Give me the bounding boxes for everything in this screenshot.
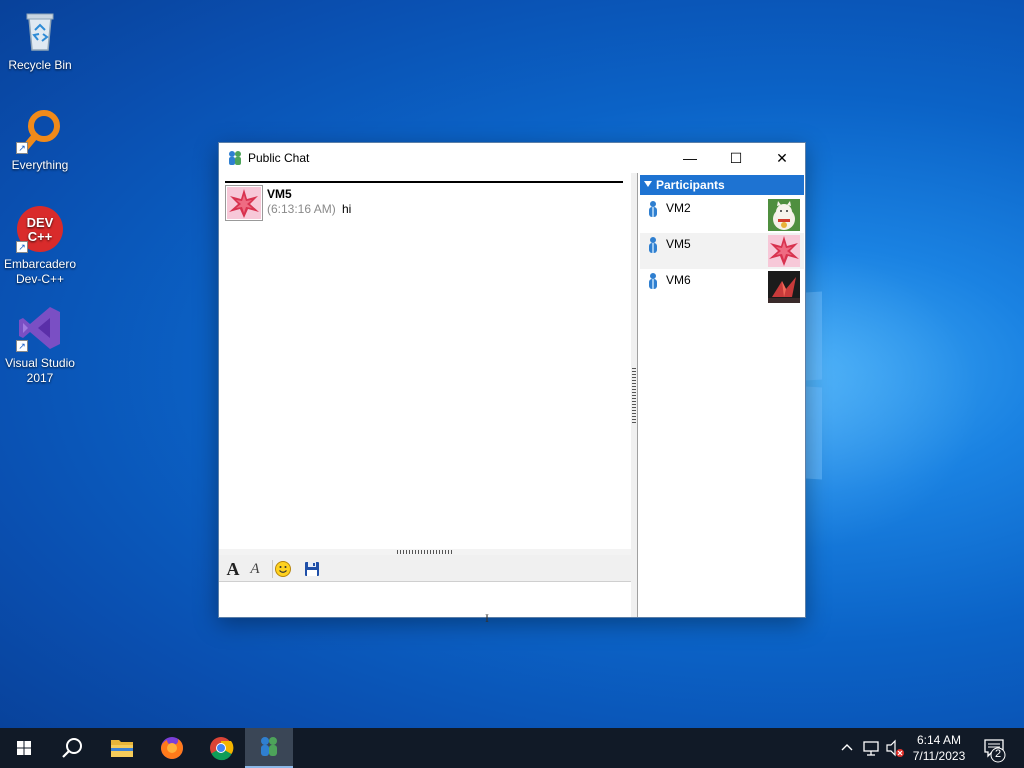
participant-name: VM5 [666,237,691,251]
participant-item[interactable]: VM2 [640,197,804,233]
participants-title: Participants [656,178,725,192]
start-button[interactable] [0,728,48,768]
divider [225,181,623,183]
desktop-icon-visual-studio[interactable]: ↗ Visual Studio 2017 [0,304,80,386]
chat-message: VM5 (6:13:16 AM) hi [225,185,623,223]
user-status-icon [648,237,658,253]
chat-app-icon [261,737,277,756]
font-button[interactable]: A [223,559,243,579]
wallpaper-beam [806,291,822,381]
avatar [225,185,263,221]
desktop-icon-recycle-bin[interactable]: Recycle Bin [0,6,80,73]
taskbar-chat-app[interactable] [245,728,293,768]
participant-name: VM6 [666,273,691,287]
chrome-icon [210,737,234,761]
folder-icon [111,740,133,757]
chevron-up-icon [841,744,853,751]
taskbar-firefox[interactable] [148,728,196,768]
shortcut-arrow-icon: ↗ [16,142,28,154]
shortcut-arrow-icon: ↗ [16,241,28,253]
participants-panel: Participants VM2 VM5 VM6 [637,173,805,617]
participant-item[interactable]: VM6 [640,269,804,305]
public-chat-window: Public Chat — ☐ ✕ VM5 (6:13:16 AM) hi A … [218,142,806,625]
smiley-icon [275,561,291,577]
emoticon-button[interactable] [273,559,293,579]
taskbar: 6:14 AM 7/11/2023 2 [0,728,1024,768]
firefox-icon [161,737,183,759]
avatar [768,199,800,231]
text-style-button[interactable]: A [245,559,265,579]
show-hidden-icons-button[interactable] [838,728,856,768]
chat-history[interactable]: VM5 (6:13:16 AM) hi [219,173,631,549]
avatar [768,271,800,303]
network-button[interactable] [860,728,882,768]
title-bar[interactable]: Public Chat — ☐ ✕ [219,143,805,173]
windows-logo-icon [17,741,31,755]
action-center-button[interactable]: 2 [978,728,1014,768]
close-button[interactable]: ✕ [759,143,805,173]
floppy-disk-icon [305,562,319,576]
recycle-bin-icon [16,6,64,54]
volume-button[interactable] [884,728,906,768]
clock-time: 6:14 AM [916,733,962,747]
clock-date: 7/11/2023 [912,749,966,763]
user-status-icon [648,273,658,289]
desktop-icon-label: Recycle Bin [8,58,72,72]
svg-text:DEV: DEV [27,215,54,230]
user-status-icon [648,201,658,217]
volume-muted-icon [886,739,904,757]
splitter-grip [397,550,453,554]
save-button[interactable] [302,559,322,579]
wallpaper-beam [806,386,822,480]
devcpp-logo-icon: DEV C++ ↗ [16,205,64,253]
shortcut-arrow-icon: ↗ [16,340,28,352]
search-button[interactable] [48,728,96,768]
collapse-arrow-icon [644,181,652,187]
splitter-grip [632,368,636,424]
avatar [768,235,800,267]
search-icon [62,738,82,758]
message-text: hi [342,202,352,216]
participant-item[interactable]: VM5 [640,233,804,269]
everything-search-icon: ↗ [16,106,64,154]
chat-app-icon [227,150,243,166]
message-input[interactable]: I [219,583,631,625]
notification-count-badge: 2 [994,748,1002,760]
taskbar-file-explorer[interactable] [98,728,146,768]
network-icon [863,741,879,756]
desktop-icon-label: Visual Studio 2017 [5,356,75,385]
desktop-icon-label: Everything [11,158,69,172]
window-title: Public Chat [248,151,310,165]
desktop-icon-devcpp[interactable]: DEV C++ ↗ Embarcadero Dev-C++ [0,205,80,287]
desktop-icon-everything[interactable]: ↗ Everything [0,106,80,173]
taskbar-chrome[interactable] [197,728,245,768]
participants-header[interactable]: Participants [640,175,804,195]
desktop-icon-label: Embarcadero Dev-C++ [3,257,77,286]
taskbar-clock[interactable]: 6:14 AM 7/11/2023 [904,732,974,764]
message-toolbar: A A [219,555,631,582]
svg-text:C++: C++ [28,229,53,244]
message-timestamp: (6:13:16 AM) [267,202,336,216]
minimize-button[interactable]: — [667,143,713,173]
maximize-button[interactable]: ☐ [713,143,759,173]
visual-studio-icon: ↗ [16,304,64,352]
message-sender: VM5 [267,187,292,201]
participant-name: VM2 [666,201,691,215]
text-cursor-icon: I [485,611,489,625]
